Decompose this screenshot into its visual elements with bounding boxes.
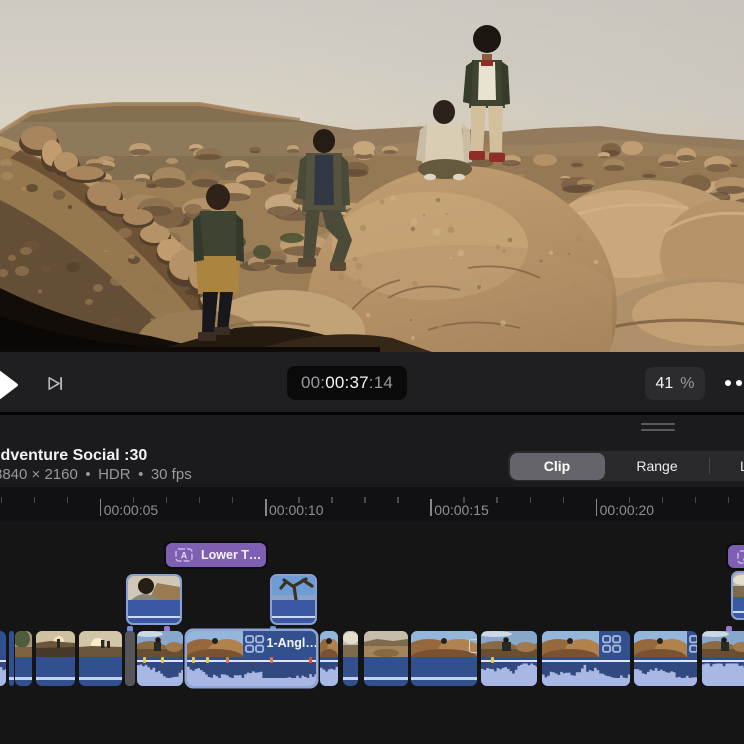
- svg-text:A: A: [181, 551, 188, 561]
